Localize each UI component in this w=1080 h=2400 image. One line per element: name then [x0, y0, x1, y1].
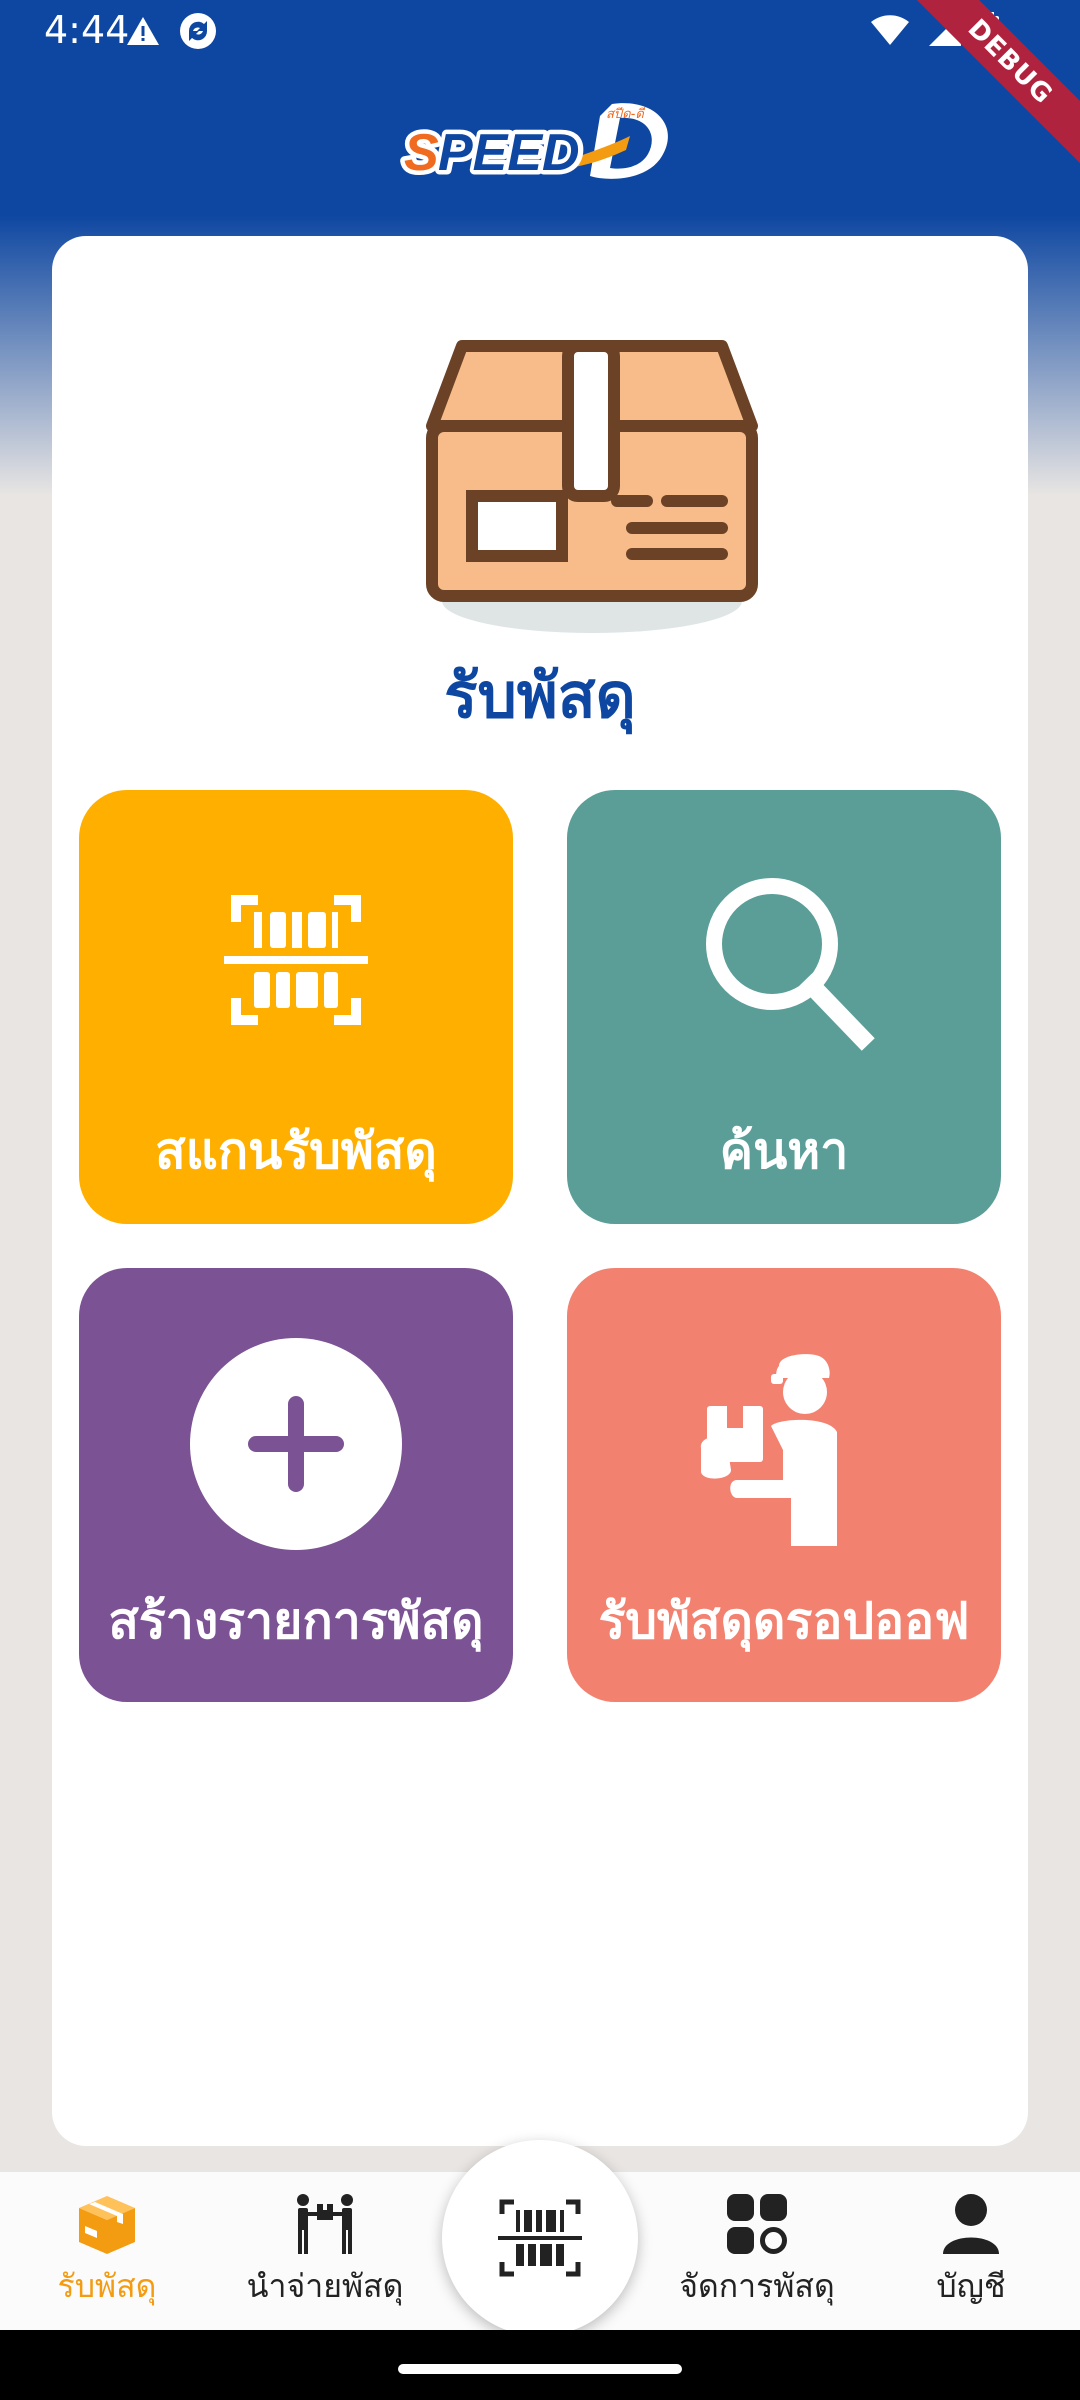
- tile-label: สร้างรายการพัสดุ: [108, 1592, 484, 1650]
- barcode-scan-icon: [224, 895, 368, 1025]
- nav-label: รับพัสดุ: [57, 2267, 157, 2305]
- handover-icon: [297, 2194, 353, 2254]
- scan-fab-button[interactable]: [442, 2140, 638, 2336]
- add-circle-icon: [190, 1338, 402, 1550]
- svg-text:สปีด-ดี: สปีด-ดี: [606, 106, 646, 122]
- nav-item-deliver-parcel[interactable]: นำจ่ายพัสดุ: [230, 2172, 420, 2330]
- nav-item-account[interactable]: บัญชี: [876, 2172, 1066, 2330]
- speed-d-logo: SPEED S PEED สปีด-ดี: [400, 103, 668, 187]
- nav-item-manage-parcel[interactable]: จัดการพัสดุ: [662, 2172, 852, 2330]
- status-bar: 4:44: [0, 0, 1080, 64]
- tile-label: ค้นหา: [719, 1122, 849, 1180]
- person-icon: [943, 2194, 999, 2254]
- home-gesture-bar[interactable]: [398, 2364, 682, 2374]
- main-card: รับพัสดุ สแกนรับพัสดุ ค้นหา สร้างรายการพ…: [52, 236, 1028, 2146]
- svg-text:S: S: [404, 124, 439, 182]
- status-time: 4:44: [44, 8, 130, 52]
- scan-receive-parcel-button[interactable]: สแกนรับพัสดุ: [79, 790, 513, 1224]
- parcel-box-icon: [79, 2196, 135, 2254]
- barcode-scan-icon: [498, 2199, 582, 2277]
- grid-apps-icon: [727, 2194, 787, 2254]
- svg-text:PEED: PEED: [438, 124, 580, 182]
- sync-app-icon: [180, 13, 216, 49]
- receive-dropoff-button[interactable]: รับพัสดุดรอปออฟ: [567, 1268, 1001, 1702]
- create-parcel-button[interactable]: สร้างรายการพัสดุ: [79, 1268, 513, 1702]
- page-title: รับพัสดุ: [444, 659, 636, 732]
- nav-label: บัญชี: [936, 2267, 1006, 2305]
- wifi-icon: [871, 15, 909, 46]
- warning-icon: [127, 17, 159, 45]
- tile-label: รับพัสดุดรอปออฟ: [598, 1592, 970, 1650]
- search-icon: [706, 878, 875, 1051]
- search-button[interactable]: ค้นหา: [567, 790, 1001, 1224]
- nav-label: นำจ่ายพัสดุ: [246, 2267, 404, 2305]
- courier-parcel-icon: [700, 1354, 837, 1546]
- tile-label: สแกนรับพัสดุ: [155, 1122, 437, 1180]
- nav-label: จัดการพัสดุ: [679, 2267, 835, 2305]
- nav-item-receive-parcel[interactable]: รับพัสดุ: [12, 2172, 202, 2330]
- parcel-box-illustration: [426, 340, 758, 633]
